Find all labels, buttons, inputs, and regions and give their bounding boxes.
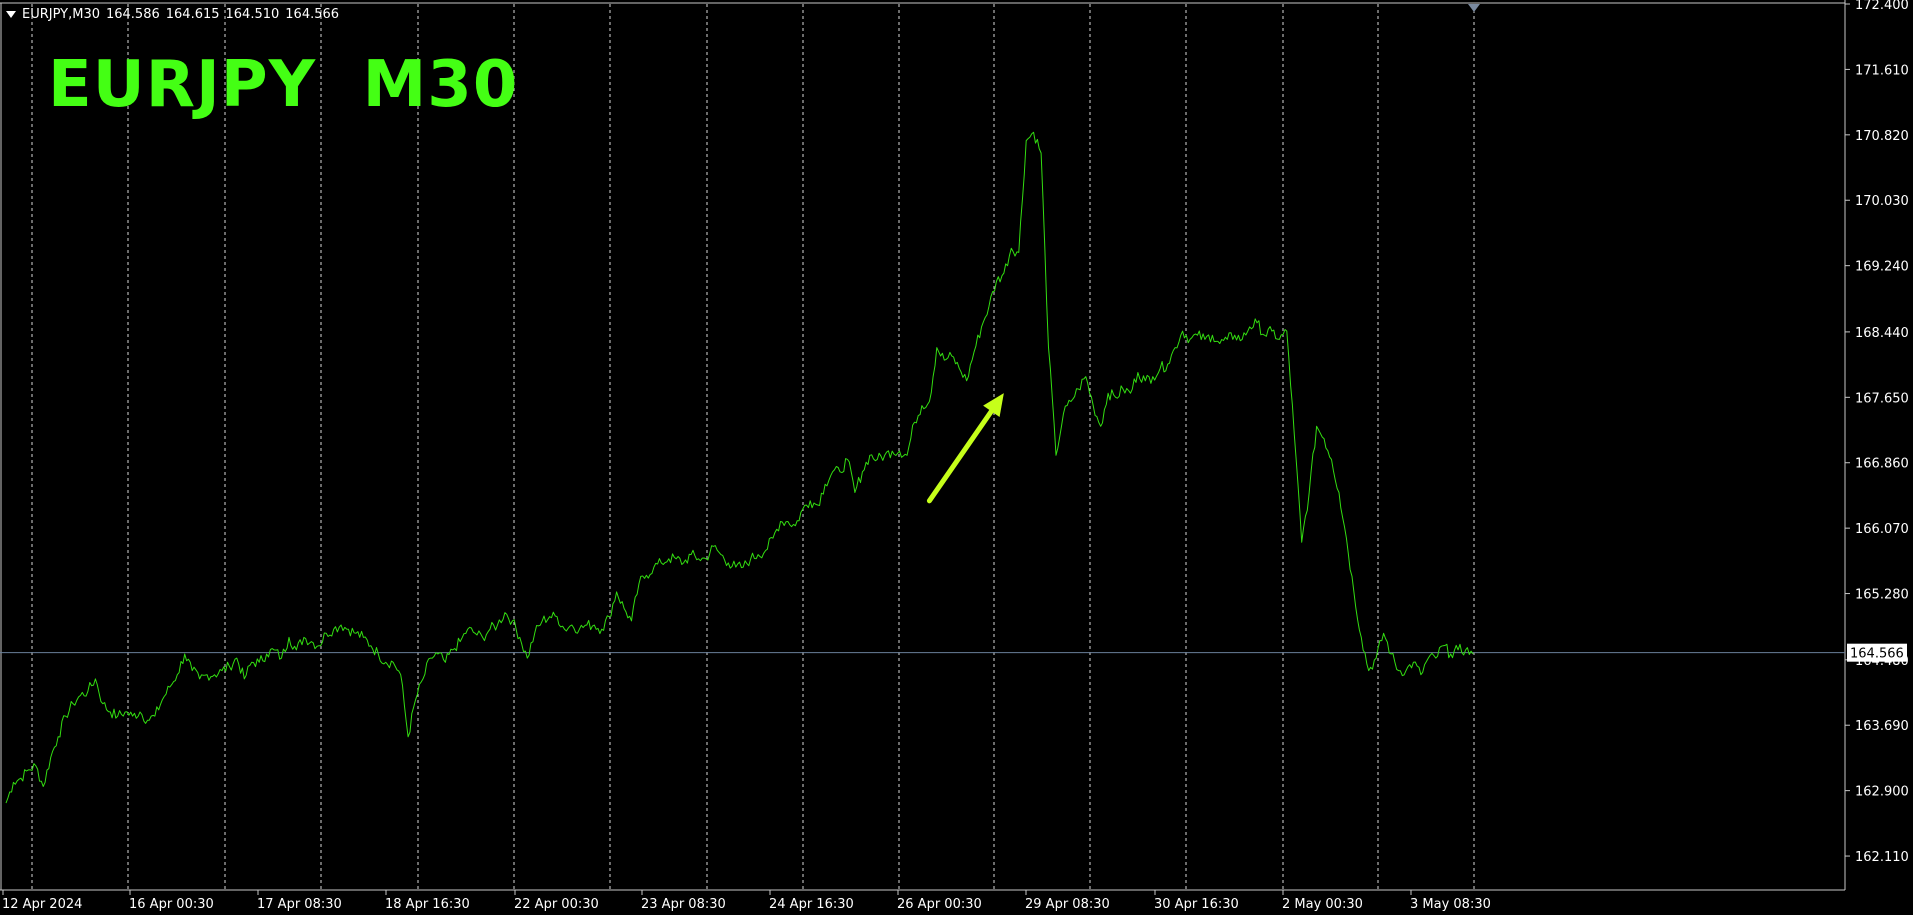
- chart-axes: [0, 0, 1846, 891]
- x-tick-label-11: 3 May 08:30: [1410, 897, 1491, 912]
- y-tick-label-12: 162.900: [1855, 785, 1909, 800]
- time-scale[interactable]: 12 Apr 2024 16 Apr 00:30 17 Apr 08:30 18 Ap…: [2, 890, 1491, 912]
- x-tick-label-8: 29 Apr 08:30: [1025, 897, 1110, 912]
- ohlc-header[interactable]: EURJPY,M30 164.586 164.615 164.510 164.5…: [6, 7, 339, 22]
- symbol-timeframe: EURJPY,M30: [22, 7, 100, 22]
- y-tick-label-3: 170.030: [1855, 194, 1909, 209]
- x-tick-label-1: 16 Apr 00:30: [129, 897, 214, 912]
- x-tick-label-4: 22 Apr 00:30: [514, 897, 599, 912]
- chart-window[interactable]: 172.400 171.610 170.820 170.030 169.240 168.4…: [0, 0, 1913, 915]
- price-chart[interactable]: 172.400 171.610 170.820 170.030 169.240 168.4…: [0, 0, 1913, 915]
- y-tick-label-5: 168.440: [1855, 326, 1909, 341]
- y-tick-label-11: 163.690: [1855, 719, 1909, 734]
- price-badge-label: 164.566: [1850, 647, 1904, 662]
- x-tick-label-6: 24 Apr 16:30: [769, 897, 854, 912]
- y-tick-label-7: 166.860: [1855, 457, 1909, 472]
- y-tick-label-9: 165.280: [1855, 588, 1909, 603]
- close-price: 164.566: [285, 7, 340, 22]
- price-series: [5, 131, 1474, 804]
- x-tick-label-3: 18 Apr 16:30: [385, 897, 470, 912]
- x-tick-label-0: 12 Apr 2024: [2, 897, 82, 912]
- x-tick-label-5: 23 Apr 08:30: [641, 897, 726, 912]
- annotation-arrow-head-0: [983, 393, 1004, 417]
- grid-lines: [31, 4, 1475, 890]
- x-tick-label-10: 2 May 00:30: [1282, 897, 1363, 912]
- annotation-layer: [926, 393, 1004, 504]
- y-tick-label-0: 172.400: [1855, 0, 1909, 13]
- high-price: 164.615: [165, 7, 220, 22]
- x-tick-label-9: 30 Apr 16:30: [1154, 897, 1239, 912]
- y-tick-label-1: 171.610: [1855, 63, 1909, 78]
- chevron-down-icon[interactable]: [6, 11, 16, 18]
- chart-title-overlay: EURJPY M30: [48, 48, 519, 122]
- y-tick-label-13: 162.110: [1855, 850, 1909, 865]
- current-price-badge: 164.566: [1847, 643, 1907, 662]
- y-tick-label-4: 169.240: [1855, 260, 1909, 275]
- price-line: [5, 131, 1474, 804]
- y-tick-label-2: 170.820: [1855, 129, 1909, 144]
- chart-shift-marker-icon: [1468, 4, 1480, 12]
- y-tick-label-8: 166.070: [1855, 522, 1909, 537]
- x-tick-label-7: 26 Apr 00:30: [897, 897, 982, 912]
- x-tick-label-2: 17 Apr 08:30: [257, 897, 342, 912]
- price-scale[interactable]: 172.400 171.610 170.820 170.030 169.240 168.4…: [1845, 0, 1909, 865]
- annotation-arrow-shaft-0: [926, 408, 994, 504]
- low-price: 164.510: [225, 7, 280, 22]
- y-tick-label-6: 167.650: [1855, 391, 1909, 406]
- open-price: 164.586: [105, 7, 160, 22]
